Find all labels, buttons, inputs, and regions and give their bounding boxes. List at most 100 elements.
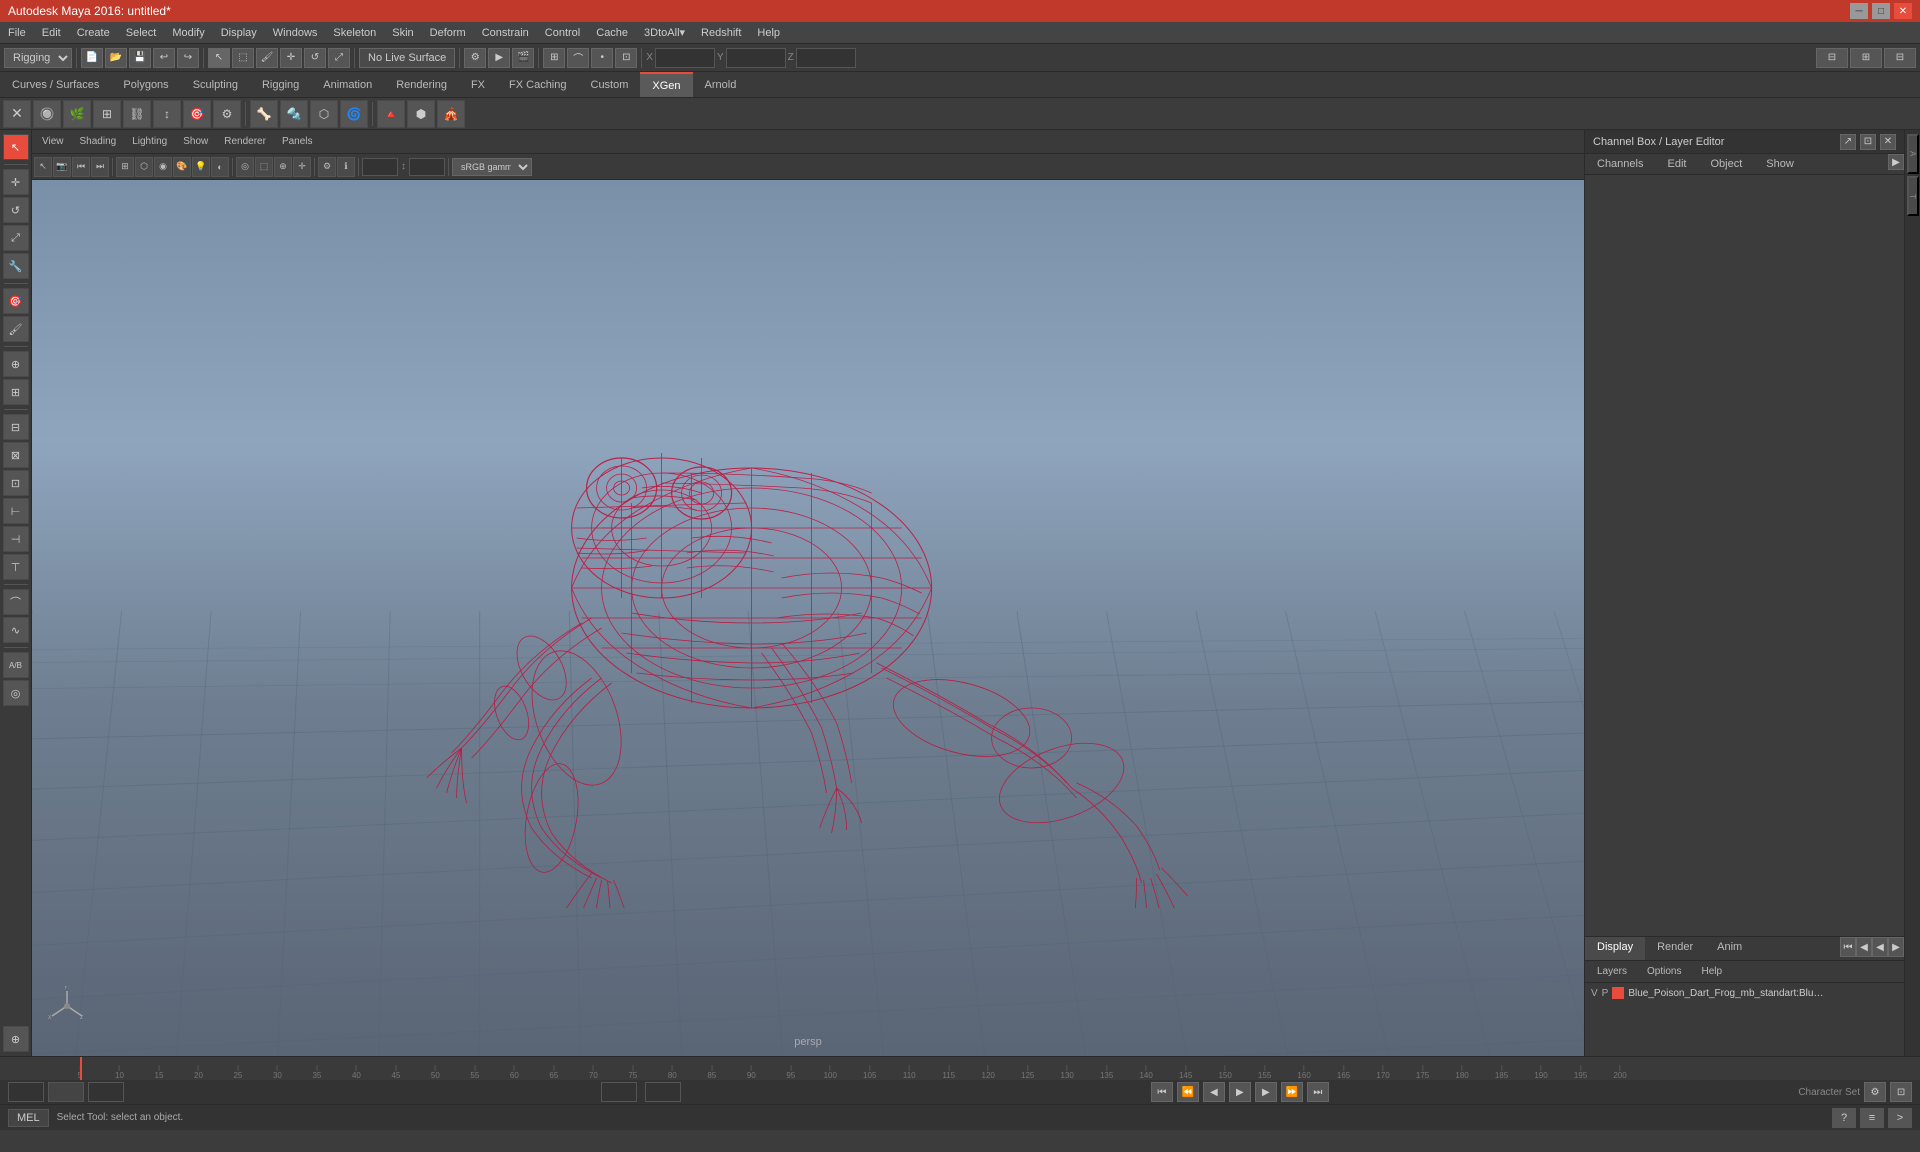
paint-select-button[interactable]: 🖌 xyxy=(256,48,278,68)
playback-options-btn[interactable]: ⚙ xyxy=(1864,1082,1886,1102)
menu-select[interactable]: Select xyxy=(118,25,165,41)
layer-sub-layers[interactable]: Layers xyxy=(1589,964,1635,979)
anim-prefs-btn[interactable]: ⊡ xyxy=(1890,1082,1912,1102)
vp-menu-view[interactable]: View xyxy=(36,134,70,149)
layout-btn-1[interactable]: ⊟ xyxy=(3,414,29,440)
menu-skin[interactable]: Skin xyxy=(384,25,421,41)
layer-tab-render[interactable]: Render xyxy=(1645,937,1705,960)
y-input[interactable] xyxy=(726,48,786,68)
tab-fx-caching[interactable]: FX Caching xyxy=(497,72,578,97)
undo-button[interactable]: ↩ xyxy=(153,48,175,68)
rotate-mode-button[interactable]: ↺ xyxy=(3,197,29,223)
shelf-btn-5[interactable]: ⛓ xyxy=(123,100,151,128)
layer-nav-3[interactable]: ◀ xyxy=(1872,937,1888,957)
extra-btn-1[interactable]: A/B xyxy=(3,652,29,678)
menu-modify[interactable]: Modify xyxy=(164,25,212,41)
vp-menu-show[interactable]: Show xyxy=(177,134,214,149)
shelf-btn-7[interactable]: 🎯 xyxy=(183,100,211,128)
help-line-btn[interactable]: ? xyxy=(1832,1108,1856,1128)
z-input[interactable] xyxy=(796,48,856,68)
scale-tool-button[interactable]: ⤢ xyxy=(328,48,350,68)
layer-sub-help[interactable]: Help xyxy=(1693,964,1730,979)
close-button[interactable]: ✕ xyxy=(1894,3,1912,19)
shelf-btn-10[interactable]: 🔩 xyxy=(280,100,308,128)
layout-btn-2[interactable]: ⊠ xyxy=(3,442,29,468)
cb-tab-object[interactable]: Object xyxy=(1698,154,1754,174)
vp-hud-btn[interactable]: ℹ xyxy=(337,157,355,177)
menu-edit[interactable]: Edit xyxy=(34,25,69,41)
color-space-selector[interactable]: sRGB gamma xyxy=(452,158,532,176)
shelf-btn-15[interactable]: 🎪 xyxy=(437,100,465,128)
layout-btn-4[interactable]: ⊢ xyxy=(3,498,29,524)
vp-camera-btn[interactable]: 📷 xyxy=(53,157,71,177)
timeline-frame-field[interactable]: 1 xyxy=(88,1082,124,1102)
scale-mode-button[interactable]: ⤢ xyxy=(3,225,29,251)
curve-tool-1[interactable]: ⌒ xyxy=(3,589,29,615)
vp-shadow-btn[interactable]: ◐ xyxy=(211,157,229,177)
menu-skeleton[interactable]: Skeleton xyxy=(325,25,384,41)
strip-attr-btn[interactable]: A xyxy=(1907,134,1919,174)
shelf-btn-3[interactable]: 🌿 xyxy=(63,100,91,128)
playback-next-button[interactable]: ▶ xyxy=(1255,1082,1277,1102)
cb-float-btn[interactable]: ⊡ xyxy=(1860,134,1876,150)
layout-btn-6[interactable]: ⊤ xyxy=(3,554,29,580)
cb-expand-btn[interactable]: ↗ xyxy=(1840,134,1856,150)
menu-file[interactable]: File xyxy=(0,25,34,41)
vp-smooth-btn[interactable]: ◉ xyxy=(154,157,172,177)
playback-play-button[interactable]: ▶ xyxy=(1229,1082,1251,1102)
right-panel-btn2[interactable]: ⊞ xyxy=(1850,48,1882,68)
tab-arnold[interactable]: Arnold xyxy=(693,72,749,97)
vp-select-btn[interactable]: ↖ xyxy=(34,157,52,177)
playback-first-button[interactable]: ⏮ xyxy=(1151,1082,1173,1102)
snap-grid-button[interactable]: ⊞ xyxy=(543,48,565,68)
strip-tool-btn[interactable]: T xyxy=(1907,176,1919,216)
render-button[interactable]: ▶ xyxy=(488,48,510,68)
mel-python-toggle[interactable]: MEL xyxy=(8,1109,49,1127)
command-line-btn[interactable]: > xyxy=(1888,1108,1912,1128)
vp-xray-joint-btn[interactable]: ⊕ xyxy=(274,157,292,177)
paint-effects-button[interactable]: 🖌 xyxy=(3,316,29,342)
tab-rendering[interactable]: Rendering xyxy=(384,72,459,97)
vp-next-btn[interactable]: ⏭ xyxy=(91,157,109,177)
shelf-btn-11[interactable]: ⬡ xyxy=(310,100,338,128)
script-editor-btn[interactable]: ≡ xyxy=(1860,1108,1884,1128)
tab-rigging[interactable]: Rigging xyxy=(250,72,311,97)
vp-xray-btn[interactable]: ⬚ xyxy=(255,157,273,177)
redo-button[interactable]: ↪ xyxy=(177,48,199,68)
layer-tab-display[interactable]: Display xyxy=(1585,937,1645,960)
menu-display[interactable]: Display xyxy=(213,25,265,41)
vp-cam-attrs-btn[interactable]: ⚙ xyxy=(318,157,336,177)
lasso-select-button[interactable]: ⬚ xyxy=(232,48,254,68)
shelf-btn-9[interactable]: 🦴 xyxy=(250,100,278,128)
shelf-btn-12[interactable]: 🌀 xyxy=(340,100,368,128)
menu-3dtool[interactable]: 3DtoAll▾ xyxy=(636,24,693,41)
tab-curves-surfaces[interactable]: Curves / Surfaces xyxy=(0,72,111,97)
workspace-selector[interactable]: Rigging xyxy=(4,48,72,68)
vp-grid-btn[interactable]: ⊞ xyxy=(116,157,134,177)
menu-redshift[interactable]: Redshift xyxy=(693,25,749,41)
vp-menu-shading[interactable]: Shading xyxy=(74,134,123,149)
select-mode-button[interactable]: ↖ xyxy=(3,134,29,160)
menu-windows[interactable]: Windows xyxy=(265,25,326,41)
vp-light-btn[interactable]: 💡 xyxy=(192,157,210,177)
shelf-btn-4[interactable]: ⊞ xyxy=(93,100,121,128)
playback-prev-key-button[interactable]: ⏪ xyxy=(1177,1082,1199,1102)
layer-sub-options[interactable]: Options xyxy=(1639,964,1689,979)
open-scene-button[interactable]: 📂 xyxy=(105,48,127,68)
new-scene-button[interactable]: 📄 xyxy=(81,48,103,68)
menu-deform[interactable]: Deform xyxy=(422,25,474,41)
vp-prev-btn[interactable]: ⏮ xyxy=(72,157,90,177)
move-tool-button[interactable]: ✛ xyxy=(280,48,302,68)
cb-right-btn[interactable]: ▶ xyxy=(1888,154,1904,170)
curve-tool-2[interactable]: ∿ xyxy=(3,617,29,643)
snap-curve-button[interactable]: ⌒ xyxy=(567,48,589,68)
cb-close-btn[interactable]: ✕ xyxy=(1880,134,1896,150)
layer-nav-4[interactable]: ▶ xyxy=(1888,937,1904,957)
tab-custom[interactable]: Custom xyxy=(579,72,641,97)
timeline-ruler[interactable]: 5101520253035404550556065707580859095100… xyxy=(0,1057,1920,1080)
timeline-start-field[interactable]: 1 xyxy=(8,1082,44,1102)
viewport-3d[interactable]: Y X Z persp xyxy=(32,180,1584,1056)
playback-next-key-button[interactable]: ⏩ xyxy=(1281,1082,1303,1102)
timeline-end-field[interactable]: 120 xyxy=(601,1082,637,1102)
rotate-tool-button[interactable]: ↺ xyxy=(304,48,326,68)
